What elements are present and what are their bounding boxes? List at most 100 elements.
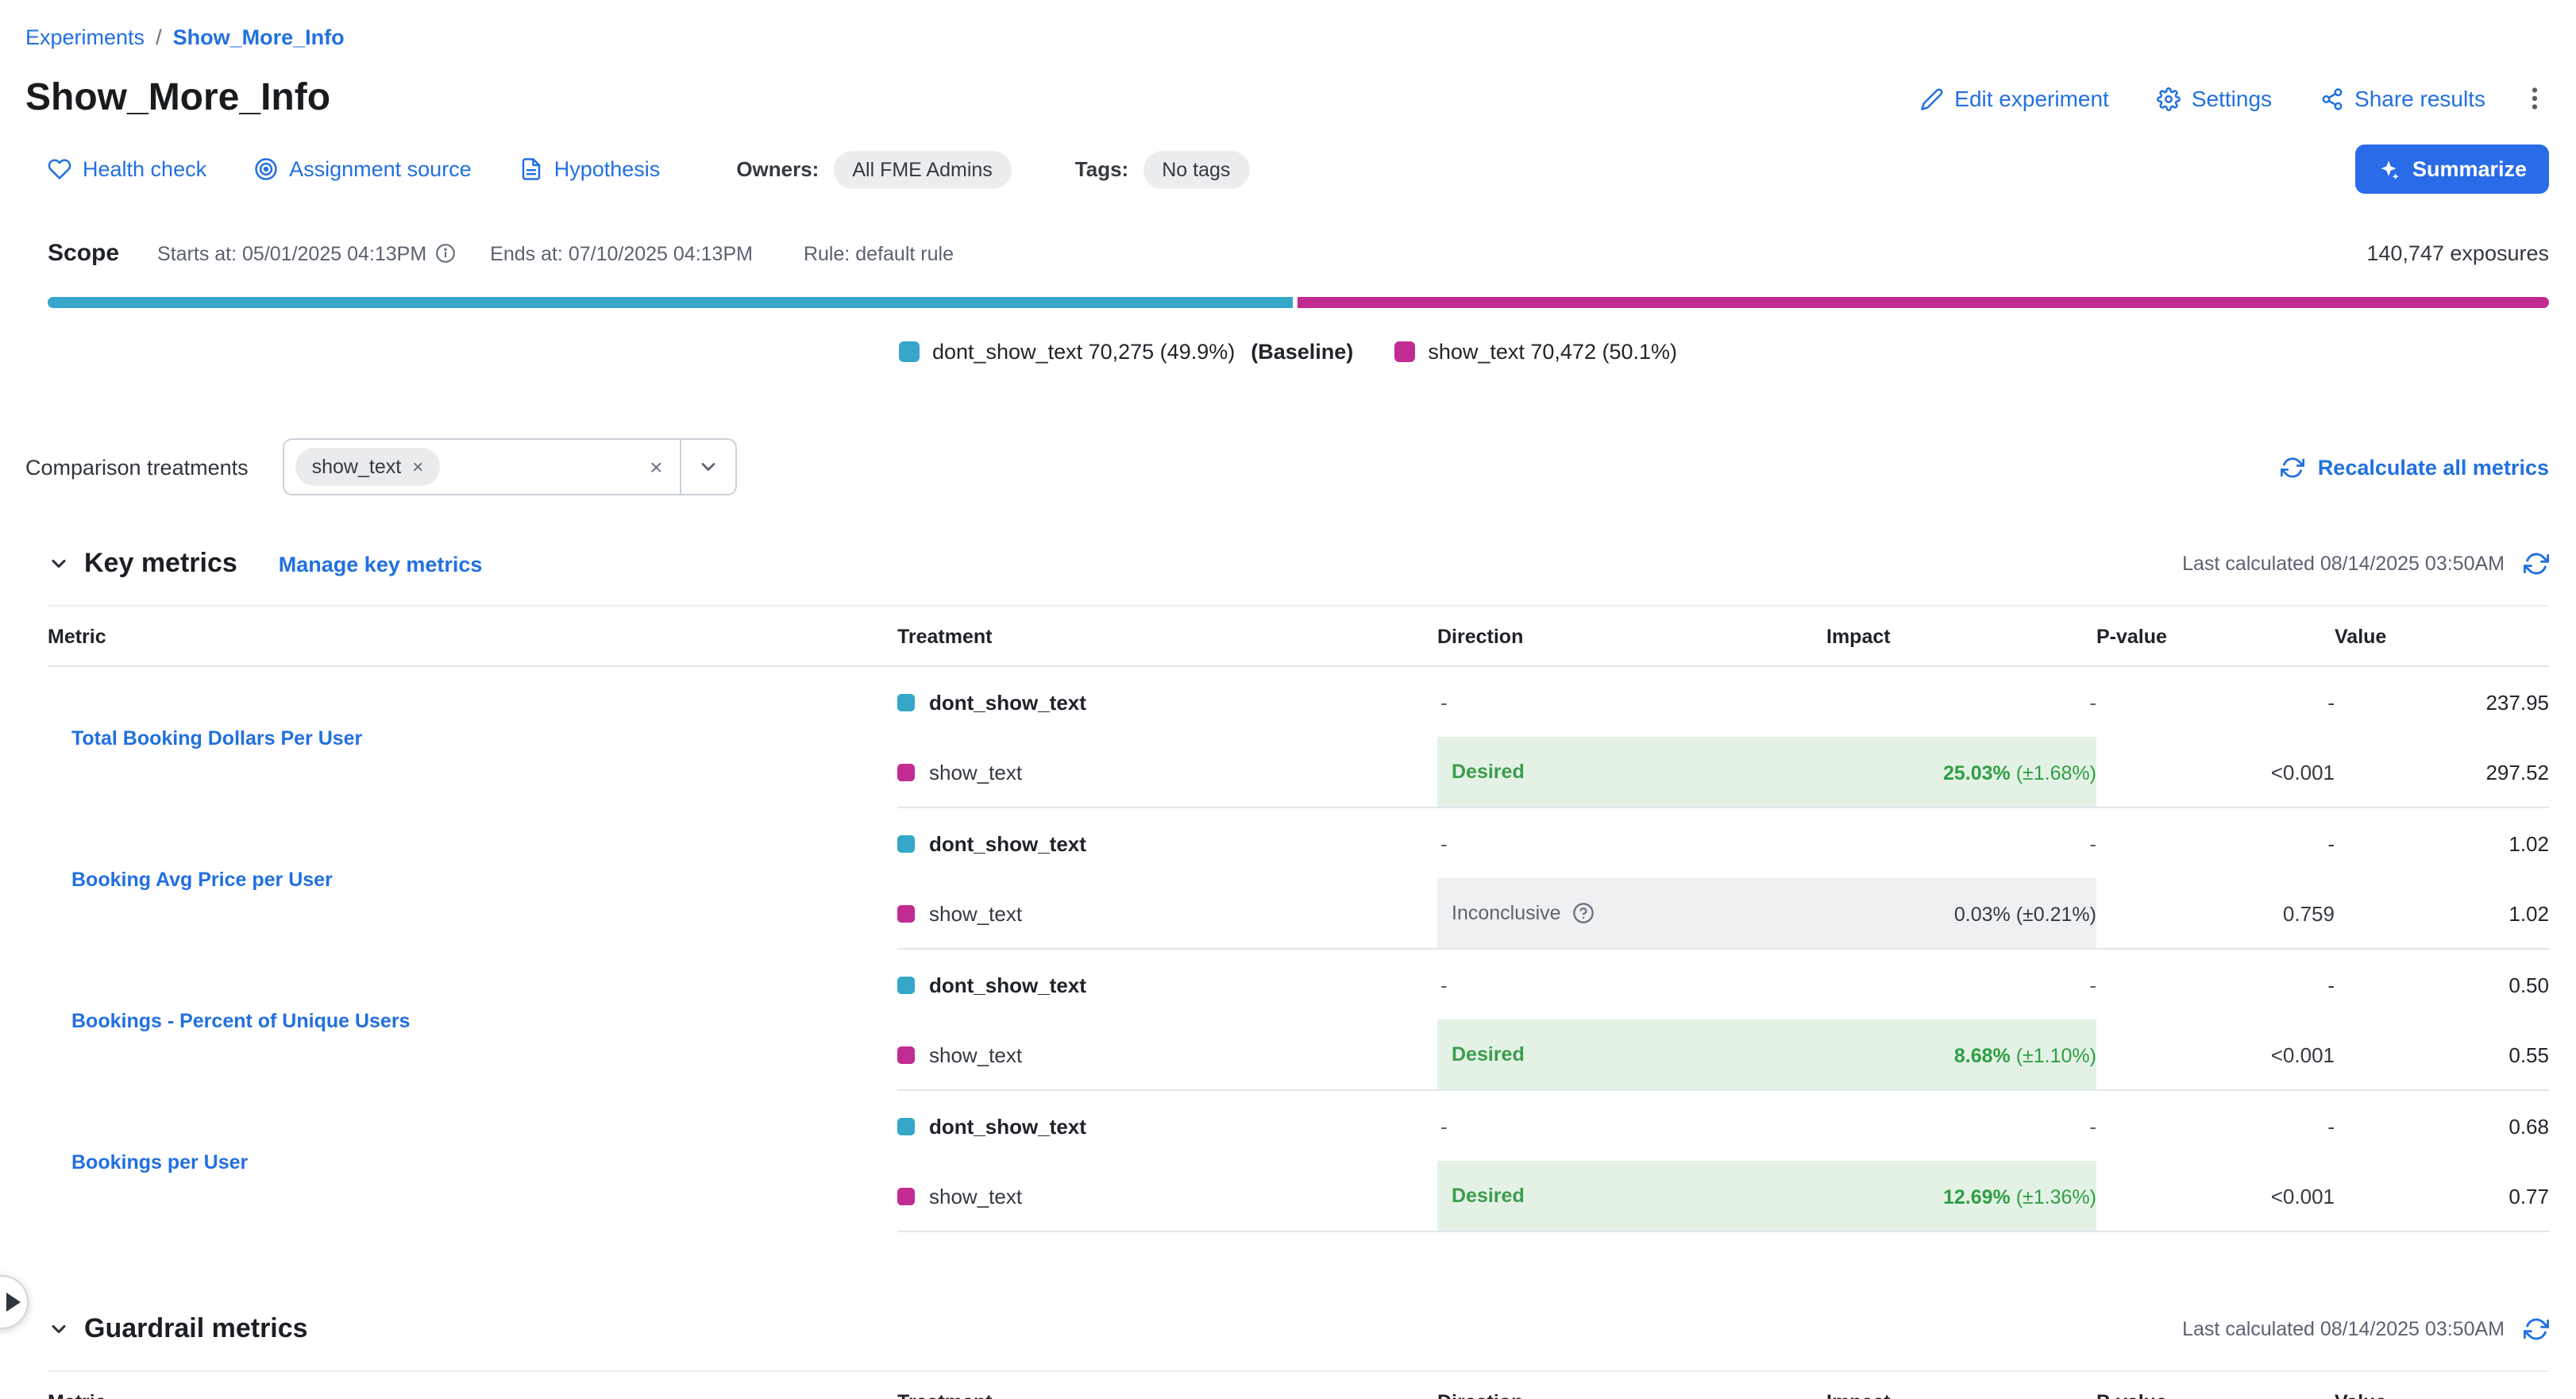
health-check-button[interactable]: Health check	[48, 157, 206, 181]
collapse-chevron-icon[interactable]	[48, 1318, 70, 1340]
key-metrics-table: Metric Treatment Direction Impact P-valu…	[48, 605, 2549, 1232]
owners-label: Owners:	[736, 157, 819, 181]
column-header-treatment: Treatment	[897, 606, 1437, 666]
p-value-cell: -	[2096, 666, 2335, 737]
collapse-chevron-icon[interactable]	[48, 553, 70, 575]
column-header-metric: Metric	[48, 1371, 897, 1399]
impact-value: 25.03%	[1943, 761, 2011, 784]
header: Show_More_Info Edit experiment Settings …	[0, 75, 2576, 122]
treatment-legend-label: show_text 70,472 (50.1%)	[1428, 339, 1677, 363]
direction-empty: -	[1437, 973, 1448, 996]
comparison-select-value[interactable]: show_text × ×	[285, 440, 681, 494]
direction-badge: Desired	[1452, 1043, 1525, 1066]
treatment-swatch	[1394, 341, 1415, 361]
metric-row: Bookings - Percent of Unique Usersdont_s…	[48, 949, 2549, 1019]
direction-empty: -	[1437, 690, 1448, 714]
treatment-name: show_text	[929, 1043, 1022, 1066]
treatment-name: show_text	[929, 1184, 1022, 1208]
comparison-treatments-select[interactable]: show_text × ×	[283, 438, 738, 495]
key-metrics-body: Total Booking Dollars Per User dont_show_…	[48, 666, 2549, 1231]
health-check-label: Health check	[83, 157, 206, 181]
info-icon[interactable]	[434, 243, 455, 264]
breadcrumb-current[interactable]: Show_More_Info	[173, 22, 345, 52]
baseline-split-segment	[48, 297, 1294, 308]
metric-link[interactable]: Total Booking Dollars Per User	[71, 727, 362, 750]
value-cell: 0.55	[2335, 1019, 2549, 1090]
treatment-name: show_text	[929, 901, 1022, 925]
key-metrics-last-calculated: Last calculated 08/14/2025 03:50AM	[2182, 553, 2505, 575]
exposures-count: 140,747 exposures	[2366, 241, 2549, 265]
p-value-cell: -	[2096, 1090, 2335, 1161]
metric-link[interactable]: Bookings per User	[71, 1150, 248, 1173]
scope-title: Scope	[48, 240, 119, 267]
scope-starts-at: Starts at: 05/01/2025 04:13PM	[157, 242, 426, 264]
share-results-button[interactable]: Share results	[2320, 86, 2485, 111]
refresh-guardrail-metrics-button[interactable]	[2524, 1316, 2549, 1342]
legend-item-treatment: show_text 70,472 (50.1%)	[1394, 339, 1677, 363]
breadcrumb-experiments[interactable]: Experiments	[25, 22, 145, 52]
clear-selection-icon[interactable]: ×	[650, 456, 662, 478]
summarize-label: Summarize	[2412, 157, 2527, 181]
recalculate-label: Recalculate all metrics	[2318, 455, 2549, 479]
treatment-color-swatch	[897, 1187, 915, 1204]
comparison-treatments-label: Comparison treatments	[25, 455, 249, 479]
owners-chip[interactable]: All FME Admins	[833, 150, 1011, 188]
impact-value: 0.03%	[1954, 903, 2011, 925]
legend-item-baseline: dont_show_text 70,275 (49.9%) (Baseline)	[899, 339, 1353, 363]
edit-experiment-button[interactable]: Edit experiment	[1919, 86, 2109, 111]
value-cell: 0.68	[2335, 1090, 2549, 1161]
impact-value: 8.68%	[1954, 1044, 2011, 1066]
metric-link[interactable]: Booking Avg Price per User	[71, 868, 333, 890]
column-header-direction: Direction	[1437, 606, 1826, 666]
settings-button[interactable]: Settings	[2157, 86, 2272, 111]
manage-key-metrics-link[interactable]: Manage key metrics	[279, 552, 483, 576]
treatment-color-swatch	[897, 834, 915, 852]
column-header-impact: Impact	[1826, 1371, 2096, 1399]
gear-icon	[2157, 87, 2181, 110]
baseline-swatch	[899, 341, 920, 361]
metric-link[interactable]: Bookings - Percent of Unique Users	[71, 1009, 410, 1031]
baseline-tag: (Baseline)	[1251, 339, 1353, 363]
column-header-value: Value	[2335, 606, 2549, 666]
chip-remove-icon[interactable]: ×	[412, 457, 423, 476]
breadcrumb-separator: /	[156, 22, 162, 52]
comparison-chip[interactable]: show_text ×	[296, 448, 440, 486]
hypothesis-button[interactable]: Hypothesis	[519, 157, 661, 181]
hypothesis-label: Hypothesis	[554, 157, 661, 181]
value-cell: 0.77	[2335, 1161, 2549, 1231]
column-header-pvalue: P-value	[2096, 606, 2335, 666]
guardrail-metrics-table-header: Metric Treatment Direction Impact P-valu…	[48, 1371, 2549, 1399]
treatment-name: dont_show_text	[929, 973, 1086, 996]
share-icon	[2320, 87, 2343, 110]
treatment-name: show_text	[929, 760, 1022, 784]
owners-group: Owners: All FME Admins	[736, 150, 1011, 188]
treatment-color-swatch	[897, 763, 915, 780]
treatment-color-swatch	[897, 1117, 915, 1135]
recalculate-all-metrics-button[interactable]: Recalculate all metrics	[2281, 455, 2549, 479]
question-circle-icon[interactable]	[1572, 902, 1595, 924]
assignment-source-button[interactable]: Assignment source	[254, 157, 472, 181]
scope-rule: Rule: default rule	[804, 242, 954, 264]
treatment-color-swatch	[897, 904, 915, 922]
refresh-icon	[2281, 455, 2305, 479]
treatment-name: dont_show_text	[929, 690, 1086, 714]
direction-badge: Inconclusive	[1452, 902, 1561, 924]
impact-ci: (±1.10%)	[2011, 1044, 2096, 1066]
guardrail-metrics-last-calculated: Last calculated 08/14/2025 03:50AM	[2182, 1318, 2505, 1340]
p-value-cell: <0.001	[2096, 737, 2335, 807]
treatment-split-segment	[1298, 297, 2549, 308]
header-actions: Edit experiment Settings Share results	[1919, 86, 2485, 111]
allocation-split-bar	[48, 297, 2549, 308]
more-options-button[interactable]	[2520, 84, 2549, 113]
heart-icon	[48, 157, 71, 181]
summarize-button[interactable]: Summarize	[2355, 145, 2549, 194]
assignment-source-label: Assignment source	[289, 157, 472, 181]
impact-ci: (±0.21%)	[2011, 903, 2096, 925]
treatment-name: dont_show_text	[929, 831, 1086, 855]
p-value-cell: -	[2096, 949, 2335, 1019]
dropdown-toggle-button[interactable]	[681, 440, 736, 494]
tags-chip[interactable]: No tags	[1143, 150, 1249, 188]
refresh-key-metrics-button[interactable]	[2524, 551, 2549, 576]
value-cell: 1.02	[2335, 807, 2549, 878]
tags-group: Tags: No tags	[1075, 150, 1250, 188]
